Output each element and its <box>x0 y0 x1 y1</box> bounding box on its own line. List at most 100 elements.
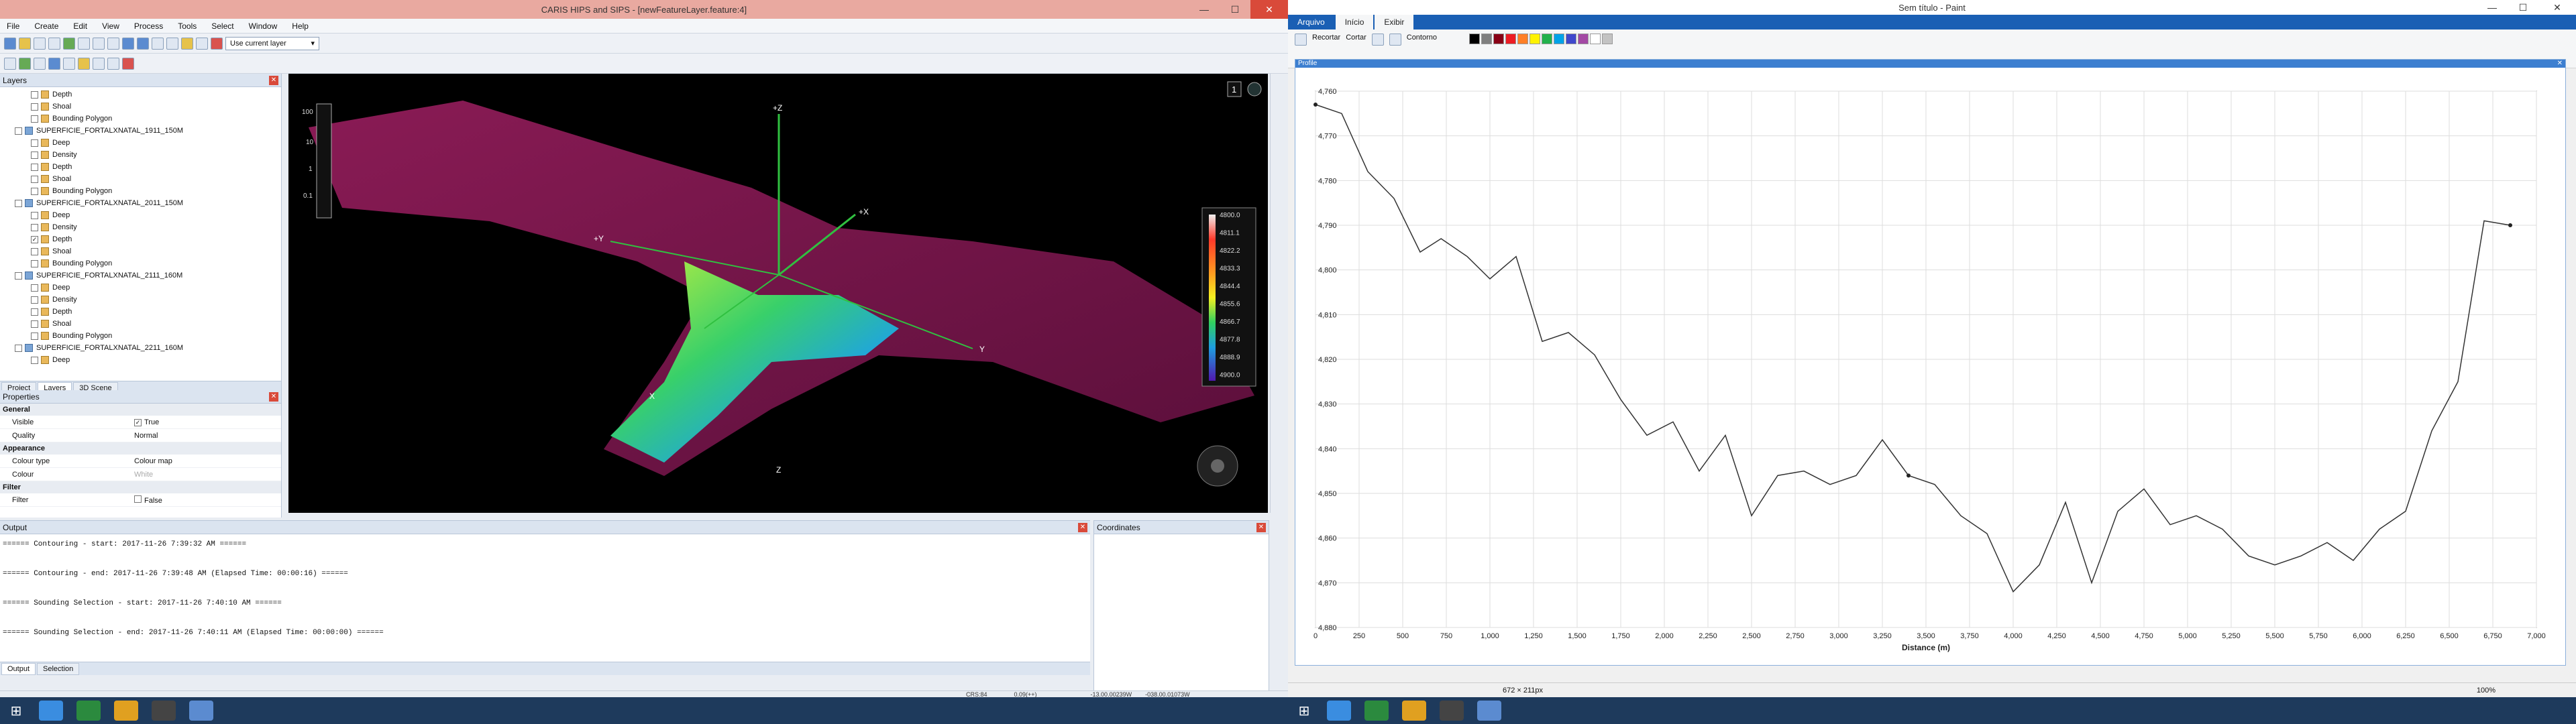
tab-arquivo[interactable]: Arquivo <box>1288 15 1334 29</box>
tree-row[interactable]: Shoal <box>0 101 281 113</box>
crop-button[interactable]: Recortar <box>1312 34 1340 42</box>
add-data-icon[interactable] <box>63 37 75 50</box>
layer-checkbox[interactable] <box>31 211 38 219</box>
tree-row[interactable]: ✓ Depth <box>0 233 281 245</box>
open-icon[interactable] <box>19 37 31 50</box>
menu-help[interactable]: Help <box>292 21 309 31</box>
tree-row[interactable]: SUPERFICIE_FORTALXNATAL_1911_150M <box>0 125 281 137</box>
menu-tools[interactable]: Tools <box>178 21 197 31</box>
windows-start-icon[interactable]: ⊞ <box>0 697 32 724</box>
close-icon[interactable]: ✕ <box>1078 522 1087 532</box>
palette-swatch[interactable] <box>1590 34 1601 44</box>
new-icon[interactable] <box>4 37 16 50</box>
print-icon[interactable] <box>48 37 60 50</box>
zoom-in-icon[interactable] <box>122 37 134 50</box>
property-group[interactable]: Filter <box>0 481 281 493</box>
ie-icon[interactable] <box>39 701 63 721</box>
save-icon[interactable] <box>34 37 46 50</box>
windows-start-icon[interactable]: ⊞ <box>1288 697 1320 724</box>
contour-icon[interactable] <box>63 57 75 70</box>
minimize-icon[interactable]: — <box>2477 0 2508 15</box>
cmd-icon[interactable] <box>1440 701 1464 721</box>
menu-select[interactable]: Select <box>211 21 233 31</box>
process-icon[interactable] <box>19 57 31 70</box>
layer-checkbox[interactable] <box>15 272 22 280</box>
palette-swatch[interactable] <box>1517 34 1529 44</box>
layer-checkbox[interactable] <box>31 115 38 123</box>
tree-row[interactable]: SUPERFICIE_FORTALXNATAL_2111_160M <box>0 269 281 282</box>
close-icon[interactable]: ✕ <box>1250 0 1288 19</box>
menu-window[interactable]: Window <box>249 21 278 31</box>
palette-swatch[interactable] <box>1481 34 1493 44</box>
layer-checkbox[interactable] <box>31 308 38 316</box>
tree-row[interactable]: Deep <box>0 137 281 149</box>
close-icon[interactable]: ✕ <box>2538 0 2576 15</box>
tab-inicio[interactable]: Início <box>1335 15 1374 29</box>
layer-checkbox[interactable] <box>31 259 38 267</box>
menu-file[interactable]: File <box>7 21 19 31</box>
cmd-icon[interactable] <box>152 701 176 721</box>
tool-icon[interactable] <box>4 57 16 70</box>
property-value[interactable]: White <box>134 471 153 479</box>
layer-checkbox[interactable] <box>31 320 38 328</box>
property-value[interactable]: Colour map <box>134 457 172 465</box>
close-icon[interactable]: ✕ <box>1256 522 1266 532</box>
layer-checkbox[interactable] <box>31 284 38 292</box>
tree-row[interactable]: Deep <box>0 354 281 366</box>
layer-checkbox[interactable]: ✓ <box>31 235 38 243</box>
palette-swatch[interactable] <box>1469 34 1481 44</box>
property-row[interactable]: Quality Normal <box>0 429 281 442</box>
tab-output[interactable]: Output <box>1 663 36 675</box>
flag-icon[interactable] <box>122 57 134 70</box>
layer-checkbox[interactable] <box>15 127 22 135</box>
layer-checkbox[interactable] <box>15 199 22 207</box>
surface-icon[interactable] <box>48 57 60 70</box>
delete-icon[interactable] <box>211 37 223 50</box>
tree-row[interactable]: SUPERFICIE_FORTALXNATAL_2011_150M <box>0 197 281 209</box>
layer-checkbox[interactable] <box>31 356 38 364</box>
palette-swatch[interactable] <box>1529 34 1541 44</box>
measure-icon[interactable] <box>107 57 119 70</box>
palette-swatch[interactable] <box>1602 34 1613 44</box>
palette-swatch[interactable] <box>1566 34 1577 44</box>
pencil-icon[interactable] <box>1371 34 1384 46</box>
tree-row[interactable]: Shoal <box>0 173 281 185</box>
select-icon[interactable] <box>166 37 178 50</box>
explorer-icon[interactable] <box>1402 701 1426 721</box>
property-row[interactable]: Colour type Colour map <box>0 455 281 468</box>
close-icon[interactable]: ✕ <box>2557 60 2563 68</box>
layer-checkbox[interactable] <box>31 139 38 147</box>
tree-row[interactable]: Shoal <box>0 318 281 330</box>
view-reset-icon[interactable] <box>1247 82 1262 97</box>
minimize-icon[interactable]: — <box>1189 0 1220 19</box>
property-group[interactable]: Appearance <box>0 442 281 455</box>
layer-select[interactable]: Use current layer ▾ <box>225 36 319 50</box>
edit-icon[interactable] <box>181 37 193 50</box>
layer-checkbox[interactable] <box>31 247 38 255</box>
property-value[interactable]: False <box>134 495 162 505</box>
outline-button[interactable]: Contorno <box>1407 34 1437 42</box>
property-value[interactable]: Normal <box>134 432 158 440</box>
copy-icon[interactable] <box>93 37 105 50</box>
profile-icon[interactable] <box>93 57 105 70</box>
ie-icon[interactable] <box>1327 701 1351 721</box>
layer-checkbox[interactable] <box>31 187 38 195</box>
layer-checkbox[interactable] <box>31 296 38 304</box>
paint-icon[interactable] <box>1477 701 1501 721</box>
layer-checkbox[interactable] <box>31 103 38 111</box>
cut-icon[interactable] <box>78 37 90 50</box>
maximize-icon[interactable]: ☐ <box>1220 0 1250 19</box>
layer-checkbox[interactable] <box>31 223 38 231</box>
layer-checkbox[interactable] <box>31 332 38 340</box>
palette-swatch[interactable] <box>1505 34 1517 44</box>
property-row[interactable]: Filter False <box>0 493 281 507</box>
property-group[interactable]: General <box>0 404 281 416</box>
property-checkbox[interactable]: ✓ <box>134 418 142 426</box>
tree-row[interactable]: Density <box>0 294 281 306</box>
explorer-icon[interactable] <box>114 701 138 721</box>
property-value[interactable]: ✓ True <box>134 418 159 426</box>
property-row[interactable]: Colour White <box>0 468 281 481</box>
tab-exibir[interactable]: Exibir <box>1375 15 1414 29</box>
tree-row[interactable]: Density <box>0 221 281 233</box>
close-icon[interactable]: ✕ <box>269 391 278 402</box>
